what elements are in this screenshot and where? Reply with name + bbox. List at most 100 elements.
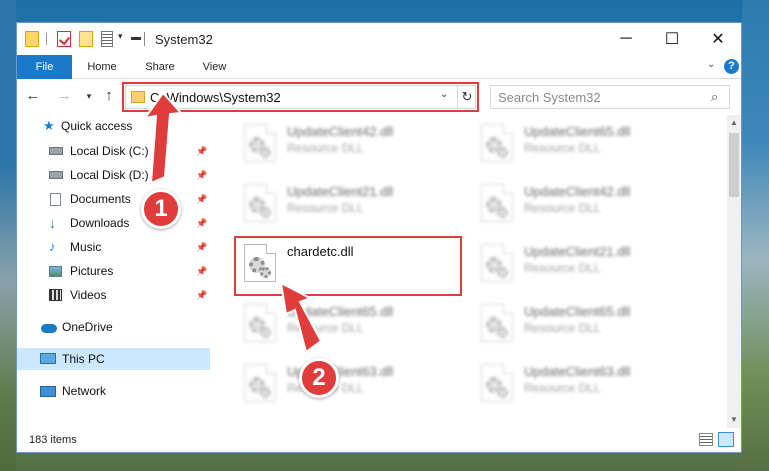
- properties-check-icon[interactable]: [57, 31, 71, 47]
- file-name: UpdateClient21.dll: [524, 244, 631, 259]
- sidebar-item-label: Downloads: [70, 216, 130, 230]
- dll-file-icon: [244, 124, 276, 162]
- minimize-button[interactable]: ─: [603, 23, 649, 55]
- tab-file[interactable]: File: [17, 55, 72, 79]
- maximize-button[interactable]: ☐: [649, 23, 695, 55]
- quick-access-overflow-icon[interactable]: ▬: [131, 32, 141, 43]
- step-1-callout: 1: [141, 189, 181, 229]
- file-list: UpdateClient42.dll Resource DLL UpdateCl…: [213, 115, 727, 428]
- file-name: UpdateClient42.dll: [524, 184, 631, 199]
- help-icon[interactable]: ?: [724, 59, 739, 74]
- properties-icon[interactable]: [101, 31, 113, 47]
- search-input[interactable]: Search System32 ⌕: [490, 85, 730, 109]
- file-item[interactable]: UpdateClient63.dll Resource DLL: [475, 360, 695, 410]
- file-item[interactable]: UpdateClient42.dll Resource DLL: [475, 180, 695, 230]
- documents-icon: [50, 193, 61, 206]
- file-name: UpdateClient65.dll: [287, 304, 394, 319]
- title-bar: ▾ ▬ System32 ─ ☐ ✕: [17, 23, 741, 55]
- sidebar-item-network[interactable]: Network: [17, 380, 210, 402]
- tab-home[interactable]: Home: [77, 55, 127, 79]
- sidebar-item-label: Network: [62, 384, 107, 398]
- file-item[interactable]: UpdateClient65.dll Resource DLL: [238, 300, 458, 350]
- file-item[interactable]: UpdateClient42.dll Resource DLL: [238, 120, 458, 170]
- large-icons-view-icon[interactable]: [718, 432, 734, 447]
- explorer-window: ▾ ▬ System32 ─ ☐ ✕ File Home Share View …: [16, 22, 742, 453]
- title-divider: [144, 32, 145, 46]
- scroll-up-icon[interactable]: ▲: [727, 115, 741, 131]
- sidebar-item-label: Pictures: [70, 264, 114, 278]
- pin-icon[interactable]: 📌: [196, 236, 207, 258]
- toolbar-divider: [46, 33, 47, 45]
- sidebar-item-label: Local Disk (C:): [70, 144, 149, 158]
- scroll-down-icon[interactable]: ▼: [727, 412, 741, 428]
- file-item[interactable]: UpdateClient21.dll Resource DLL: [475, 240, 695, 290]
- sidebar-item-videos[interactable]: Videos 📌: [17, 284, 210, 306]
- pin-icon[interactable]: 📌: [196, 212, 207, 234]
- file-type: Resource DLL: [287, 141, 364, 155]
- close-button[interactable]: ✕: [695, 23, 741, 55]
- search-placeholder: Search System32: [498, 90, 601, 105]
- sidebar-item-quick-access[interactable]: ★ Quick access: [17, 115, 210, 137]
- file-name: UpdateClient63.dll: [524, 364, 631, 379]
- dll-file-icon: [481, 184, 513, 222]
- customize-quick-access-icon[interactable]: ▾: [118, 31, 123, 42]
- dll-file-icon: [481, 124, 513, 162]
- file-type: Resource DLL: [287, 321, 364, 335]
- recent-locations-button[interactable]: ▾: [79, 86, 99, 106]
- dll-file-icon: [481, 304, 513, 342]
- dll-file-icon: [244, 304, 276, 342]
- sidebar-item-pictures[interactable]: Pictures 📌: [17, 260, 210, 282]
- sidebar-item-label: OneDrive: [62, 320, 113, 334]
- sidebar-item-label: Music: [70, 240, 102, 254]
- desktop-wallpaper-right: [742, 0, 769, 471]
- file-item[interactable]: UpdateClient65.dll Resource DLL: [475, 120, 695, 170]
- details-view-icon[interactable]: [699, 433, 713, 446]
- status-bar: 183 items: [17, 428, 741, 452]
- file-item[interactable]: UpdateClient63.dll Resource DLL: [238, 360, 458, 410]
- file-item[interactable]: UpdateClient65.dll Resource DLL: [475, 300, 695, 350]
- sidebar-item-onedrive[interactable]: OneDrive: [17, 316, 210, 338]
- file-item[interactable]: UpdateClient21.dll Resource DLL: [238, 180, 458, 230]
- file-name: UpdateClient65.dll: [524, 124, 631, 139]
- tab-view[interactable]: View: [192, 55, 237, 79]
- file-type: Resource DLL: [524, 201, 601, 215]
- computer-icon: [40, 353, 56, 364]
- sidebar-item-documents[interactable]: Documents 📌: [17, 188, 210, 210]
- ribbon-tabs: File Home Share View ⌄ ?: [17, 55, 741, 79]
- vertical-scrollbar[interactable]: ▲ ▼: [727, 115, 741, 428]
- sidebar-item-local-disk-d[interactable]: Local Disk (D:) 📌: [17, 164, 210, 186]
- download-icon: ↓: [49, 215, 56, 231]
- desktop-wallpaper-left: [0, 0, 16, 471]
- file-name: UpdateClient65.dll: [524, 304, 631, 319]
- sidebar-item-label: This PC: [62, 352, 105, 366]
- up-button[interactable]: ↑: [99, 86, 119, 106]
- pin-icon[interactable]: 📌: [196, 188, 207, 210]
- search-icon: ⌕: [711, 89, 719, 104]
- dll-file-icon: [481, 364, 513, 402]
- file-name: UpdateClient42.dll: [287, 124, 394, 139]
- file-type: Resource DLL: [524, 381, 601, 395]
- sidebar-item-label: Local Disk (D:): [70, 168, 149, 182]
- network-icon: [40, 386, 56, 397]
- forward-button[interactable]: →: [54, 86, 74, 106]
- pin-icon[interactable]: 📌: [196, 140, 207, 162]
- music-icon: ♪: [49, 239, 56, 254]
- drive-icon: [49, 147, 63, 155]
- sidebar-item-music[interactable]: ♪ Music 📌: [17, 236, 210, 258]
- pin-icon[interactable]: 📌: [196, 164, 207, 186]
- sidebar-item-this-pc[interactable]: This PC: [17, 348, 210, 370]
- pin-icon[interactable]: 📌: [196, 260, 207, 282]
- new-folder-icon[interactable]: [79, 31, 93, 47]
- cloud-icon: [41, 324, 57, 333]
- sidebar-item-local-disk-c[interactable]: Local Disk (C:) 📌: [17, 140, 210, 162]
- tab-share[interactable]: Share: [135, 55, 185, 79]
- scroll-thumb[interactable]: [729, 133, 739, 197]
- sidebar-item-label: Documents: [70, 192, 131, 206]
- sidebar-item-downloads[interactable]: ↓ Downloads 📌: [17, 212, 210, 234]
- address-highlight-box: [122, 82, 479, 112]
- file-highlight-box: [234, 236, 462, 296]
- navigation-pane: ★ Quick access Local Disk (C:) 📌 Local D…: [17, 115, 212, 428]
- pin-icon[interactable]: 📌: [196, 284, 207, 306]
- back-button[interactable]: ←: [23, 86, 43, 106]
- expand-ribbon-icon[interactable]: ⌄: [707, 59, 715, 70]
